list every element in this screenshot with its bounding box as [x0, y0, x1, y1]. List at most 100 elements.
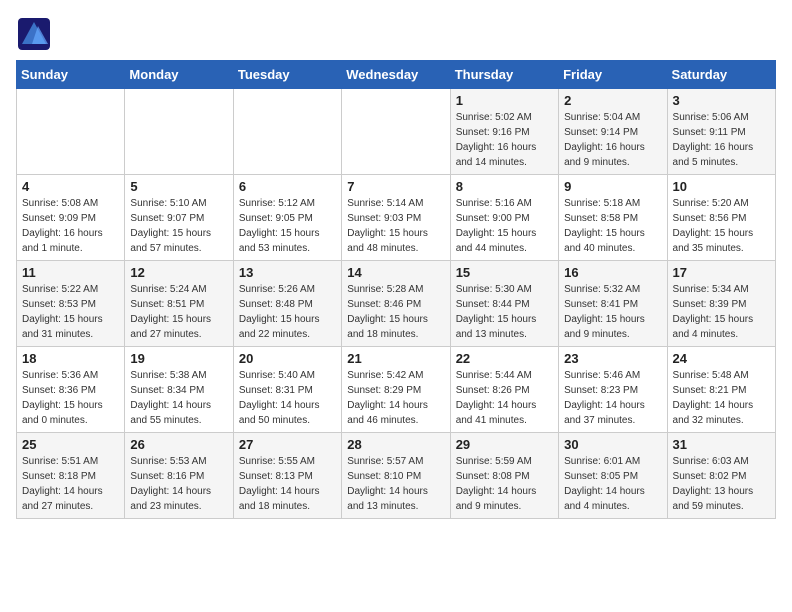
calendar-cell: 18Sunrise: 5:36 AM Sunset: 8:36 PM Dayli…: [17, 347, 125, 433]
calendar-cell: 30Sunrise: 6:01 AM Sunset: 8:05 PM Dayli…: [559, 433, 667, 519]
day-number: 2: [564, 93, 661, 108]
weekday-header: Tuesday: [233, 61, 341, 89]
calendar-cell: 11Sunrise: 5:22 AM Sunset: 8:53 PM Dayli…: [17, 261, 125, 347]
day-number: 8: [456, 179, 553, 194]
day-info: Sunrise: 5:55 AM Sunset: 8:13 PM Dayligh…: [239, 454, 336, 514]
calendar-cell: 20 Sunrise: 5:40 AM Sunset: 8:31 PM Dayli…: [233, 347, 341, 433]
logo: [16, 16, 56, 52]
day-info: Sunrise: 5:18 AM Sunset: 8:58 PM Dayligh…: [564, 196, 661, 256]
day-info: Sunrise: 5:38 AM Sunset: 8:34 PM Dayligh…: [130, 368, 227, 428]
calendar-cell: 23 Sunrise: 5:46 AM Sunset: 8:23 PM Dayli…: [559, 347, 667, 433]
day-info: Sunrise: 5:40 AM Sunset: 8:31 PM Dayligh…: [239, 368, 336, 428]
calendar-cell: 13 Sunrise: 5:26 AM Sunset: 8:48 PM Dayli…: [233, 261, 341, 347]
calendar-week-row: 25Sunrise: 5:51 AM Sunset: 8:18 PM Dayli…: [17, 433, 776, 519]
calendar-table: SundayMondayTuesdayWednesdayThursdayFrid…: [16, 60, 776, 519]
day-number: 17: [673, 265, 770, 280]
day-number: 14: [347, 265, 444, 280]
day-info: Sunrise: 5:53 AM Sunset: 8:16 PM Dayligh…: [130, 454, 227, 514]
day-info: Sunrise: 5:30 AM Sunset: 8:44 PM Dayligh…: [456, 282, 553, 342]
day-info: Sunrise: 5:16 AM Sunset: 9:00 PM Dayligh…: [456, 196, 553, 256]
day-number: 16: [564, 265, 661, 280]
day-info: Sunrise: 5:36 AM Sunset: 8:36 PM Dayligh…: [22, 368, 119, 428]
calendar-cell: 1 Sunrise: 5:02 AM Sunset: 9:16 PM Daylig…: [450, 89, 558, 175]
day-info: Sunrise: 5:02 AM Sunset: 9:16 PM Dayligh…: [456, 110, 553, 170]
day-info: Sunrise: 5:34 AM Sunset: 8:39 PM Dayligh…: [673, 282, 770, 342]
day-number: 4: [22, 179, 119, 194]
calendar-cell: 10 Sunrise: 5:20 AM Sunset: 8:56 PM Dayli…: [667, 175, 775, 261]
calendar-cell: 25Sunrise: 5:51 AM Sunset: 8:18 PM Dayli…: [17, 433, 125, 519]
weekday-header: Monday: [125, 61, 233, 89]
day-number: 26: [130, 437, 227, 452]
day-info: Sunrise: 6:03 AM Sunset: 8:02 PM Dayligh…: [673, 454, 770, 514]
day-number: 3: [673, 93, 770, 108]
calendar-week-row: 18Sunrise: 5:36 AM Sunset: 8:36 PM Dayli…: [17, 347, 776, 433]
weekday-header: Wednesday: [342, 61, 450, 89]
calendar-cell: [233, 89, 341, 175]
day-number: 13: [239, 265, 336, 280]
calendar-cell: 15 Sunrise: 5:30 AM Sunset: 8:44 PM Dayli…: [450, 261, 558, 347]
calendar-week-row: 11Sunrise: 5:22 AM Sunset: 8:53 PM Dayli…: [17, 261, 776, 347]
calendar-cell: 29 Sunrise: 5:59 AM Sunset: 8:08 PM Dayli…: [450, 433, 558, 519]
calendar-cell: 3 Sunrise: 5:06 AM Sunset: 9:11 PM Daylig…: [667, 89, 775, 175]
day-info: Sunrise: 5:51 AM Sunset: 8:18 PM Dayligh…: [22, 454, 119, 514]
day-info: Sunrise: 5:04 AM Sunset: 9:14 PM Dayligh…: [564, 110, 661, 170]
calendar-cell: 5 Sunrise: 5:10 AM Sunset: 9:07 PM Daylig…: [125, 175, 233, 261]
day-number: 28: [347, 437, 444, 452]
page-header: [16, 16, 776, 52]
day-info: Sunrise: 5:12 AM Sunset: 9:05 PM Dayligh…: [239, 196, 336, 256]
calendar-cell: 17 Sunrise: 5:34 AM Sunset: 8:39 PM Dayli…: [667, 261, 775, 347]
calendar-header-row: SundayMondayTuesdayWednesdayThursdayFrid…: [17, 61, 776, 89]
day-number: 22: [456, 351, 553, 366]
day-number: 7: [347, 179, 444, 194]
day-number: 29: [456, 437, 553, 452]
day-info: Sunrise: 5:44 AM Sunset: 8:26 PM Dayligh…: [456, 368, 553, 428]
calendar-cell: [125, 89, 233, 175]
day-number: 27: [239, 437, 336, 452]
logo-icon: [16, 16, 52, 52]
calendar-cell: 22 Sunrise: 5:44 AM Sunset: 8:26 PM Dayli…: [450, 347, 558, 433]
day-info: Sunrise: 5:28 AM Sunset: 8:46 PM Dayligh…: [347, 282, 444, 342]
day-number: 10: [673, 179, 770, 194]
calendar-cell: [17, 89, 125, 175]
calendar-cell: 26 Sunrise: 5:53 AM Sunset: 8:16 PM Dayli…: [125, 433, 233, 519]
day-info: Sunrise: 5:22 AM Sunset: 8:53 PM Dayligh…: [22, 282, 119, 342]
calendar-cell: 2 Sunrise: 5:04 AM Sunset: 9:14 PM Daylig…: [559, 89, 667, 175]
day-number: 1: [456, 93, 553, 108]
weekday-header: Thursday: [450, 61, 558, 89]
day-info: Sunrise: 5:59 AM Sunset: 8:08 PM Dayligh…: [456, 454, 553, 514]
day-info: Sunrise: 5:42 AM Sunset: 8:29 PM Dayligh…: [347, 368, 444, 428]
day-info: Sunrise: 5:32 AM Sunset: 8:41 PM Dayligh…: [564, 282, 661, 342]
calendar-cell: 9 Sunrise: 5:18 AM Sunset: 8:58 PM Daylig…: [559, 175, 667, 261]
calendar-cell: 4Sunrise: 5:08 AM Sunset: 9:09 PM Daylig…: [17, 175, 125, 261]
day-info: Sunrise: 5:48 AM Sunset: 8:21 PM Dayligh…: [673, 368, 770, 428]
weekday-header: Sunday: [17, 61, 125, 89]
calendar-cell: 8 Sunrise: 5:16 AM Sunset: 9:00 PM Daylig…: [450, 175, 558, 261]
day-info: Sunrise: 5:06 AM Sunset: 9:11 PM Dayligh…: [673, 110, 770, 170]
calendar-cell: 16 Sunrise: 5:32 AM Sunset: 8:41 PM Dayli…: [559, 261, 667, 347]
calendar-cell: [342, 89, 450, 175]
day-info: Sunrise: 5:14 AM Sunset: 9:03 PM Dayligh…: [347, 196, 444, 256]
day-info: Sunrise: 5:24 AM Sunset: 8:51 PM Dayligh…: [130, 282, 227, 342]
day-number: 9: [564, 179, 661, 194]
day-number: 15: [456, 265, 553, 280]
day-number: 30: [564, 437, 661, 452]
day-info: Sunrise: 5:10 AM Sunset: 9:07 PM Dayligh…: [130, 196, 227, 256]
calendar-cell: 24Sunrise: 5:48 AM Sunset: 8:21 PM Dayli…: [667, 347, 775, 433]
day-info: Sunrise: 5:57 AM Sunset: 8:10 PM Dayligh…: [347, 454, 444, 514]
calendar-cell: 28 Sunrise: 5:57 AM Sunset: 8:10 PM Dayli…: [342, 433, 450, 519]
calendar-cell: 21Sunrise: 5:42 AM Sunset: 8:29 PM Dayli…: [342, 347, 450, 433]
weekday-header: Saturday: [667, 61, 775, 89]
calendar-cell: 31Sunrise: 6:03 AM Sunset: 8:02 PM Dayli…: [667, 433, 775, 519]
day-info: Sunrise: 5:20 AM Sunset: 8:56 PM Dayligh…: [673, 196, 770, 256]
calendar-cell: 6 Sunrise: 5:12 AM Sunset: 9:05 PM Daylig…: [233, 175, 341, 261]
calendar-cell: 27 Sunrise: 5:55 AM Sunset: 8:13 PM Dayli…: [233, 433, 341, 519]
day-info: Sunrise: 5:46 AM Sunset: 8:23 PM Dayligh…: [564, 368, 661, 428]
day-number: 6: [239, 179, 336, 194]
calendar-cell: 14 Sunrise: 5:28 AM Sunset: 8:46 PM Dayli…: [342, 261, 450, 347]
day-number: 20: [239, 351, 336, 366]
day-number: 19: [130, 351, 227, 366]
calendar-week-row: 1 Sunrise: 5:02 AM Sunset: 9:16 PM Daylig…: [17, 89, 776, 175]
day-number: 23: [564, 351, 661, 366]
day-info: Sunrise: 5:26 AM Sunset: 8:48 PM Dayligh…: [239, 282, 336, 342]
day-number: 5: [130, 179, 227, 194]
